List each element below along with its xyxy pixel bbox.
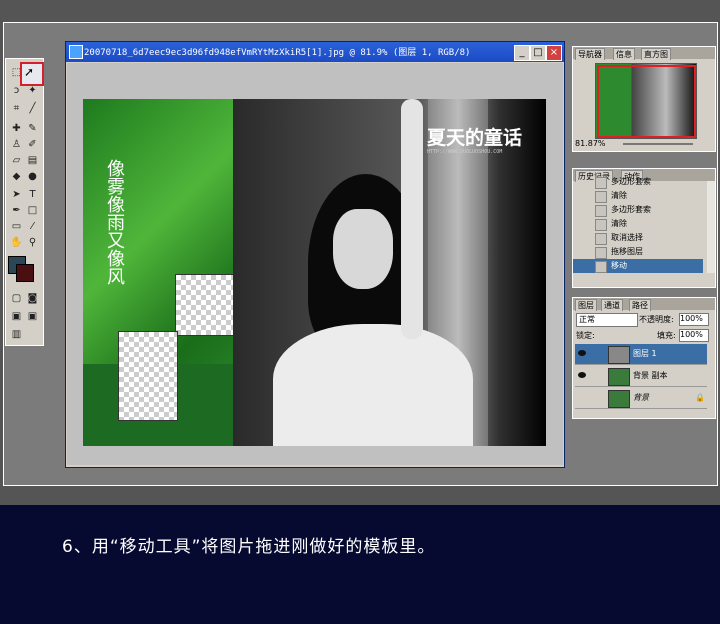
eye-icon[interactable]	[578, 350, 586, 356]
history-item-active[interactable]: 移动	[573, 259, 703, 273]
tab-channels[interactable]: 通道	[601, 299, 623, 311]
notes-icon[interactable]: ▭	[9, 219, 24, 234]
history-item[interactable]: 取消选择	[573, 231, 703, 245]
photoshop-doc-icon	[69, 45, 83, 59]
opacity-label: 不透明度:	[639, 315, 674, 324]
girl-face	[333, 209, 393, 289]
tab-navigator[interactable]: 导航器	[575, 48, 605, 60]
imageready-icon[interactable]: ▥	[9, 327, 24, 342]
standard-mode-icon[interactable]: ▢	[9, 291, 24, 306]
layer-row[interactable]: 背景 🔒	[575, 388, 707, 409]
zoom-icon[interactable]: ⚲	[25, 235, 40, 250]
move-tool-icon[interactable]: ➚	[20, 62, 44, 86]
layers-tabs: 图层 通道 路径	[573, 298, 715, 311]
history-item[interactable]: 多边形套索	[573, 175, 703, 189]
lasso-icon	[595, 177, 607, 189]
document-window: 20070718_6d7eec9ec3d96fd948efVmRYtMzXkiR…	[65, 41, 565, 468]
document-title: 20070718_6d7eec9ec3d96fd948efVmRYtMzXkiR…	[84, 48, 471, 58]
screen-mode-full-icon[interactable]: ▣	[25, 309, 40, 324]
dodge-icon[interactable]: ●	[25, 169, 40, 184]
caption-bar	[0, 505, 720, 624]
transparent-cutout-2	[118, 331, 178, 421]
fill-label: 填充:	[657, 331, 676, 340]
logo-subtext: HTTP://WWW.DUOLUOSHOU.COM	[427, 149, 503, 155]
tab-layers[interactable]: 图层	[575, 299, 597, 311]
lock-label: 锁定:	[576, 331, 595, 340]
move-tool-icon	[595, 261, 607, 273]
navigator-zoom-slider[interactable]	[623, 143, 693, 145]
transparent-cutout-1	[175, 274, 235, 336]
slice-icon[interactable]: ╱	[25, 101, 40, 116]
composite-image[interactable]: 像雾像雨又像风 夏天的童话 HTTP://WWW.DUOLUOSHOU.COM	[83, 99, 546, 446]
gradient-icon[interactable]: ▤	[25, 153, 40, 168]
lasso-icon	[595, 205, 607, 217]
drag-layer-icon	[595, 247, 607, 259]
history-item[interactable]: 拖移图层	[573, 245, 703, 259]
path-select-icon[interactable]: ➤	[9, 187, 24, 202]
stamp-icon[interactable]: ♙	[9, 137, 24, 152]
screen-mode-icon[interactable]: ▣	[9, 309, 24, 324]
calligraphy-text: 像雾像雨又像风	[104, 159, 125, 285]
tab-info[interactable]: 信息	[613, 48, 635, 60]
navigator-tabs: 导航器 信息 直方图	[573, 47, 715, 60]
girl-arm	[401, 99, 423, 339]
eraser-icon	[595, 191, 607, 203]
tab-paths[interactable]: 路径	[629, 299, 651, 311]
background-color-swatch[interactable]	[16, 264, 34, 282]
opacity-field[interactable]: 100%	[679, 313, 709, 326]
layer-thumbnail	[608, 368, 630, 386]
text-icon[interactable]: T	[25, 187, 40, 202]
canvas-area[interactable]: 像雾像雨又像风 夏天的童话 HTTP://WWW.DUOLUOSHOU.COM	[67, 63, 563, 465]
eye-icon[interactable]	[578, 372, 586, 378]
history-item[interactable]: 清除	[573, 217, 703, 231]
layer-row-active[interactable]: 图层 1	[575, 344, 707, 365]
maximize-button[interactable]: □	[530, 45, 546, 61]
layer-thumbnail	[608, 390, 630, 408]
girl-shirt	[273, 324, 473, 446]
navigator-zoom[interactable]: 81.87%	[575, 139, 606, 148]
history-item[interactable]: 清除	[573, 189, 703, 203]
eraser-icon	[595, 219, 607, 231]
hand-icon[interactable]: ✋	[9, 235, 24, 250]
lock-icon: 🔒	[695, 393, 705, 402]
navigator-view-box[interactable]	[597, 65, 696, 138]
brush-icon[interactable]: ✎	[25, 121, 40, 136]
tab-histogram[interactable]: 直方图	[641, 48, 671, 60]
crop-icon[interactable]: ⌗	[9, 101, 24, 116]
history-panel: 历史记录 动作 多边形套索 清除 多边形套索 清除 取消选择 拖移图层 移动	[572, 168, 716, 288]
healing-icon[interactable]: ✚	[9, 121, 24, 136]
eyedropper-icon[interactable]: ⁄	[25, 219, 40, 234]
eraser-icon[interactable]: ▱	[9, 153, 24, 168]
layer-thumbnail	[608, 346, 630, 364]
close-button[interactable]: ×	[546, 45, 562, 61]
history-brush-icon[interactable]: ✐	[25, 137, 40, 152]
toolbox: ⬚ ↄ ✦ ⌗ ╱ ✚ ✎ ♙ ✐ ▱ ▤ ◆ ● ➤ T ✒ □ ▭ ⁄ ✋ …	[5, 58, 44, 346]
fill-field[interactable]: 100%	[679, 329, 709, 342]
layer-row[interactable]: 背景 副本	[575, 366, 707, 387]
history-item[interactable]: 多边形套索	[573, 203, 703, 217]
quickmask-mode-icon[interactable]: ◙	[25, 291, 40, 306]
navigator-thumbnail[interactable]	[595, 63, 697, 139]
document-title-bar[interactable]: 20070718_6d7eec9ec3d96fd948efVmRYtMzXkiR…	[66, 42, 564, 62]
screenshot-frame: ⬚ ↄ ✦ ⌗ ╱ ✚ ✎ ♙ ✐ ▱ ▤ ◆ ● ➤ T ✒ □ ▭ ⁄ ✋ …	[0, 0, 720, 505]
history-scrollbar[interactable]	[707, 181, 715, 273]
logo-text: 夏天的童话	[427, 127, 523, 149]
tutorial-caption: 6、用“移动工具”将图片拖进刚做好的模板里。	[62, 537, 436, 557]
deselect-icon	[595, 233, 607, 245]
pen-icon[interactable]: ✒	[9, 203, 24, 218]
blend-mode-select[interactable]: 正常	[576, 313, 638, 327]
minimize-button[interactable]: _	[514, 45, 530, 61]
navigator-panel: 导航器 信息 直方图 81.87%	[572, 46, 716, 152]
blur-icon[interactable]: ◆	[9, 169, 24, 184]
layers-panel: 图层 通道 路径 正常 不透明度: 100% 锁定: 填充: 100% 图层 1…	[572, 297, 716, 419]
shape-icon[interactable]: □	[25, 203, 40, 218]
